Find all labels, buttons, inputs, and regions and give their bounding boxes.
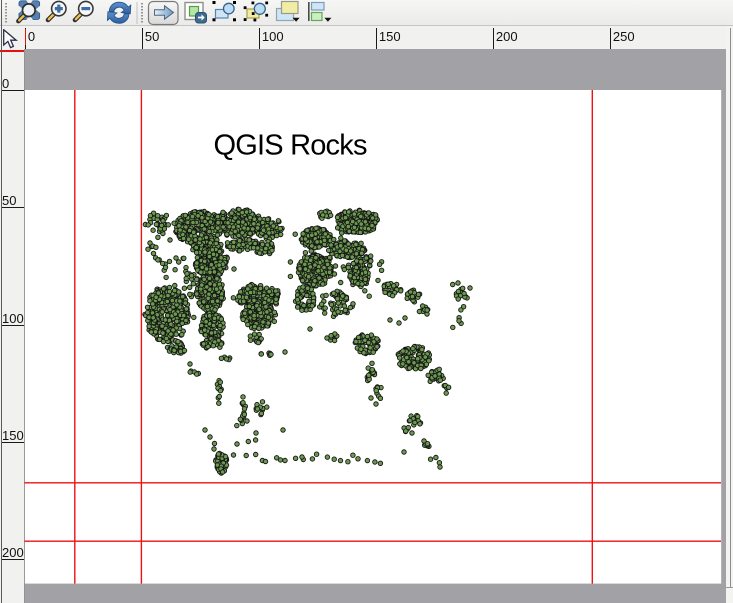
svg-text:QGIS Rocks: QGIS Rocks <box>214 129 367 161</box>
